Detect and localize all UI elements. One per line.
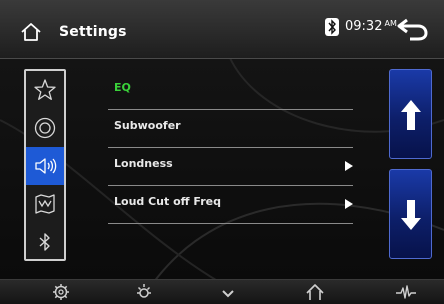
bluetooth-icon: [39, 233, 50, 251]
menu-item-eq[interactable]: EQ: [108, 72, 353, 110]
gear-icon[interactable]: [51, 283, 71, 301]
chevron-down-icon[interactable]: [218, 283, 238, 301]
bottom-bar: [0, 279, 444, 304]
menu-item-label: Loud Cut off Freq: [114, 195, 221, 208]
clock: 09:32 AM: [345, 19, 397, 34]
category-star[interactable]: [26, 71, 64, 109]
clock-time: 09:32: [345, 19, 383, 34]
star-icon: [34, 79, 56, 100]
map-icon: [35, 194, 55, 214]
top-bar: Settings 09:32 AM: [0, 0, 444, 59]
menu-item-loudness[interactable]: Londness: [108, 148, 353, 186]
bluetooth-icon: [325, 18, 339, 36]
category-navigation[interactable]: [26, 185, 64, 223]
clock-ampm: AM: [384, 19, 397, 28]
menu-item-subwoofer[interactable]: Subwoofer: [108, 110, 353, 148]
category-bluetooth[interactable]: [26, 223, 64, 261]
arrow-up-icon: [401, 100, 421, 130]
page-title: Settings: [59, 24, 127, 40]
back-icon[interactable]: [396, 17, 428, 41]
scroll-down-button[interactable]: [389, 169, 432, 259]
home-icon[interactable]: [20, 21, 42, 43]
settings-category-list: [24, 69, 66, 261]
category-disc[interactable]: [26, 109, 64, 147]
brightness-icon[interactable]: [134, 283, 154, 301]
speaker-icon: [35, 158, 57, 174]
menu-item-label: EQ: [114, 81, 131, 94]
chevron-right-icon: [345, 199, 353, 209]
disc-icon: [34, 117, 56, 139]
category-audio[interactable]: [26, 147, 64, 185]
scroll-up-button[interactable]: [389, 69, 432, 159]
menu-item-label: Londness: [114, 157, 173, 170]
menu-item-label: Subwoofer: [114, 119, 181, 132]
chevron-right-icon: [345, 161, 353, 171]
home-icon[interactable]: [305, 283, 325, 301]
arrow-down-icon: [401, 200, 421, 230]
menu-item-loud-cut-off-freq[interactable]: Loud Cut off Freq: [108, 186, 353, 224]
waveform-icon[interactable]: [396, 283, 416, 301]
